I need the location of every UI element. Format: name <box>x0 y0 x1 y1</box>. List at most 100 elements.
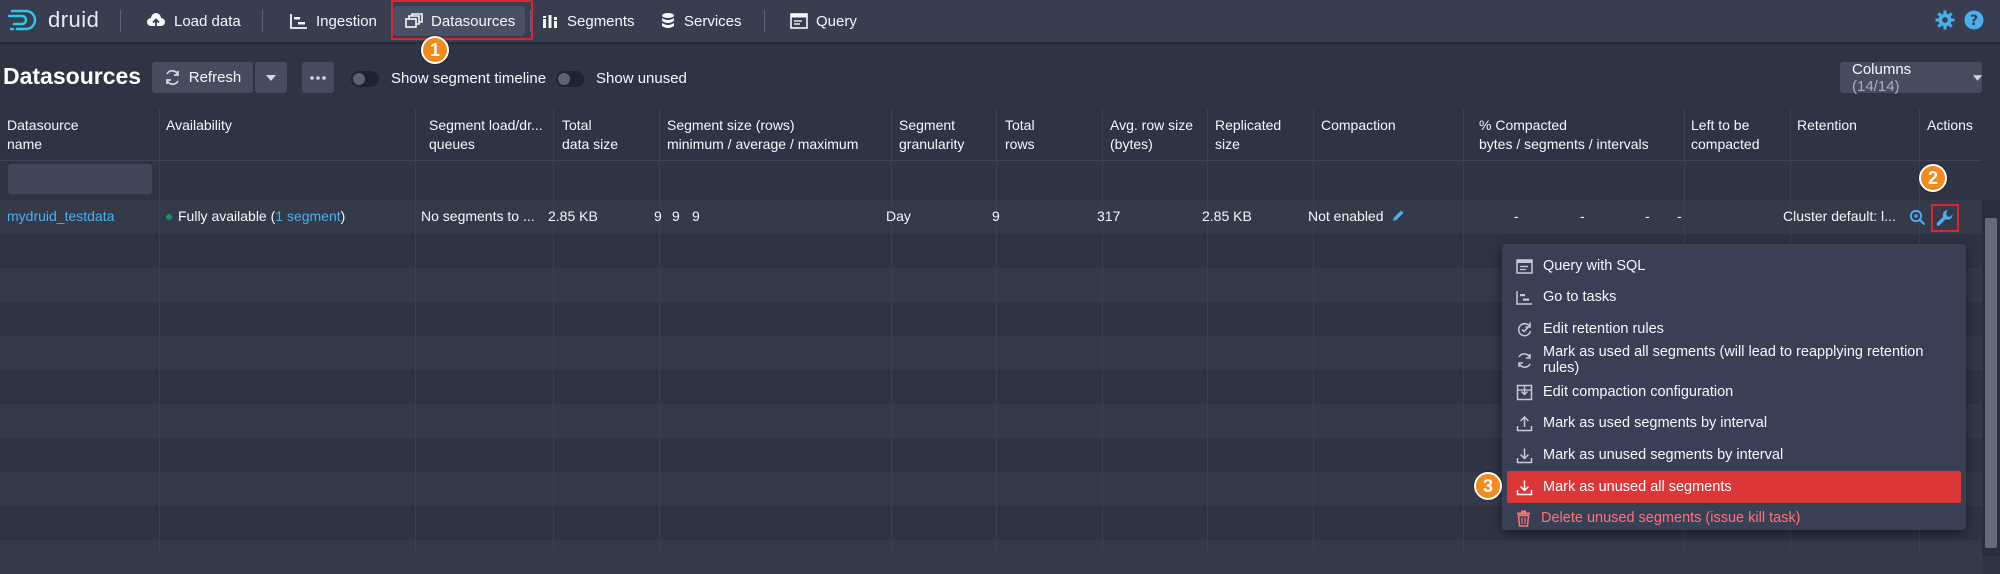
gantt-chart-icon <box>1516 290 1532 305</box>
column-header-compaction[interactable]: Compaction <box>1314 108 1396 158</box>
segment-count-link[interactable]: 1 segment <box>275 208 340 224</box>
gear-icon[interactable] <box>1935 10 1955 30</box>
actions-wrench-button[interactable] <box>1931 204 1959 232</box>
menu-item-label: Edit compaction configuration <box>1543 384 1734 400</box>
wrench-icon <box>1936 210 1953 226</box>
refresh-icon <box>1518 352 1531 368</box>
switch-track[interactable] <box>556 70 584 87</box>
more-options-button[interactable] <box>302 62 334 93</box>
refresh-icon <box>165 70 179 85</box>
menu-item-label: Mark as unused segments by interval <box>1543 447 1784 463</box>
columns-label: Columns (14/14) <box>1852 60 1912 95</box>
column-header-load-queues[interactable]: Segment load/dr... queues <box>422 108 543 158</box>
nav-query-label: Query <box>816 12 857 30</box>
step-badge-2: 2 <box>1919 164 1947 192</box>
column-header-total-data-size[interactable]: Total data size <box>555 108 618 158</box>
column-header-replicated-size[interactable]: Replicated size <box>1208 108 1281 158</box>
help-icon[interactable]: ? <box>1964 10 1984 30</box>
retention-cell[interactable]: Cluster default: l... <box>1783 208 1896 224</box>
replicated-size-cell: 2.85 KB <box>1202 208 1252 224</box>
columns-button[interactable]: Columns (14/14) <box>1840 60 1982 95</box>
top-navbar: druid Load data Ingestion Datasources Se… <box>0 0 2000 42</box>
refresh-label: Refresh <box>188 69 242 86</box>
actions-menu: Query with SQL Go to tasks Edit retentio… <box>1502 244 1966 530</box>
availability-cell: Fully available (1 segment) <box>166 208 345 224</box>
left-to-compact-cell: - <box>1677 208 1682 224</box>
switch-track[interactable] <box>351 70 379 87</box>
upload-icon <box>1516 415 1533 431</box>
nav-segments[interactable]: Segments <box>529 6 647 36</box>
column-header-percent-compacted[interactable]: % Compacted bytes / segments / intervals <box>1472 108 1649 158</box>
menu-item-label: Mark as used segments by interval <box>1543 415 1768 431</box>
datasource-name-link[interactable]: mydruid_testdata <box>7 208 114 224</box>
menu-item-mark-unused-all[interactable]: Mark as unused all segments <box>1507 471 1961 503</box>
page-title: Datasources <box>3 63 142 89</box>
database-icon <box>662 13 674 28</box>
refresh-button[interactable]: Refresh <box>152 62 253 93</box>
nav-query[interactable]: Query <box>778 6 869 36</box>
nav-ingestion[interactable]: Ingestion <box>278 6 389 36</box>
segment-timeline-label: Show segment timeline <box>391 70 547 87</box>
nav-load-data[interactable]: Load data <box>134 6 253 36</box>
menu-item-label: Delete unused segments (issue kill task) <box>1541 510 1801 526</box>
segment-timeline-switch[interactable]: Show segment timeline <box>351 70 546 87</box>
menu-item-label: Query with SQL <box>1543 258 1646 274</box>
druid-logo-icon <box>8 9 37 31</box>
column-header-avg-row-size[interactable]: Avg. row size (bytes) <box>1103 108 1193 158</box>
column-header-retention[interactable]: Retention <box>1790 108 1857 158</box>
menu-item-mark-unused-by-interval[interactable]: Mark as unused segments by interval <box>1507 440 1961 470</box>
load-queue-cell: No segments to ... <box>421 208 535 224</box>
segment-size-min: 9 <box>654 208 662 224</box>
show-unused-label: Show unused <box>596 70 687 87</box>
column-header-segment-size[interactable]: Segment size (rows) minimum / average / m… <box>660 108 858 158</box>
menu-item-go-to-tasks[interactable]: Go to tasks <box>1507 282 1961 312</box>
nav-divider <box>262 10 263 32</box>
nav-load-data-label: Load data <box>174 12 241 30</box>
edit-pencil-icon[interactable] <box>1391 209 1405 223</box>
nav-segments-label: Segments <box>567 12 635 30</box>
column-header-datasource[interactable]: Datasource name <box>0 108 79 158</box>
table-scrollbar[interactable] <box>1982 200 2000 556</box>
menu-item-mark-used-all[interactable]: Mark as used all segments (will lead to … <box>1507 344 1961 376</box>
avg-row-size-cell: 317 <box>1097 208 1121 224</box>
menu-item-delete-unused[interactable]: Delete unused segments (issue kill task) <box>1507 503 1961 533</box>
menu-item-mark-used-by-interval[interactable]: Mark as used segments by interval <box>1507 408 1961 438</box>
nav-divider <box>764 10 765 32</box>
compacted-intervals-cell: - <box>1645 208 1650 224</box>
step-badge-1: 1 <box>421 36 449 64</box>
column-header-actions: Actions <box>1927 117 1973 133</box>
menu-item-query-with-sql[interactable]: Query with SQL <box>1507 251 1961 281</box>
segment-size-avg: 9 <box>672 208 680 224</box>
stacked-chart-icon <box>543 15 557 28</box>
column-header-granularity[interactable]: Segment granularity <box>892 108 964 158</box>
application-icon <box>790 13 808 29</box>
cloud-upload-icon <box>147 13 165 27</box>
nav-services-label: Services <box>684 12 742 30</box>
column-header-availability[interactable]: Availability <box>159 108 232 158</box>
show-unused-switch[interactable]: Show unused <box>556 70 687 87</box>
application-icon <box>1516 258 1533 274</box>
download-icon <box>1516 480 1533 495</box>
druid-logo[interactable]: druid <box>8 7 99 33</box>
logo-text: druid <box>48 7 100 32</box>
granularity-cell: Day <box>886 208 911 224</box>
menu-item-label: Mark as unused all segments <box>1543 479 1732 495</box>
gantt-chart-icon <box>290 14 307 29</box>
nav-ingestion-label: Ingestion <box>316 12 377 30</box>
column-header-total-rows[interactable]: Total rows <box>998 108 1035 158</box>
trash-icon <box>1517 510 1530 527</box>
total-size-cell: 2.85 KB <box>548 208 598 224</box>
refresh-options-button[interactable] <box>255 62 287 93</box>
menu-item-edit-retention-rules[interactable]: Edit retention rules <box>1507 314 1961 344</box>
menu-item-edit-compaction[interactable]: Edit compaction configuration <box>1507 377 1961 407</box>
nav-services[interactable]: Services <box>648 6 754 36</box>
automatic-updates-icon <box>1517 322 1532 336</box>
search-icon[interactable] <box>1909 209 1926 226</box>
datasource-filter-input[interactable] <box>8 164 152 194</box>
status-dot-icon <box>166 214 172 221</box>
highlight-datasources <box>391 0 533 40</box>
total-rows-cell: 9 <box>992 208 1000 224</box>
menu-item-label: Go to tasks <box>1543 289 1617 305</box>
menu-item-label: Mark as used all segments (will lead to … <box>1543 344 1924 376</box>
column-header-left-to-compact[interactable]: Left to be compacted <box>1684 108 1759 158</box>
